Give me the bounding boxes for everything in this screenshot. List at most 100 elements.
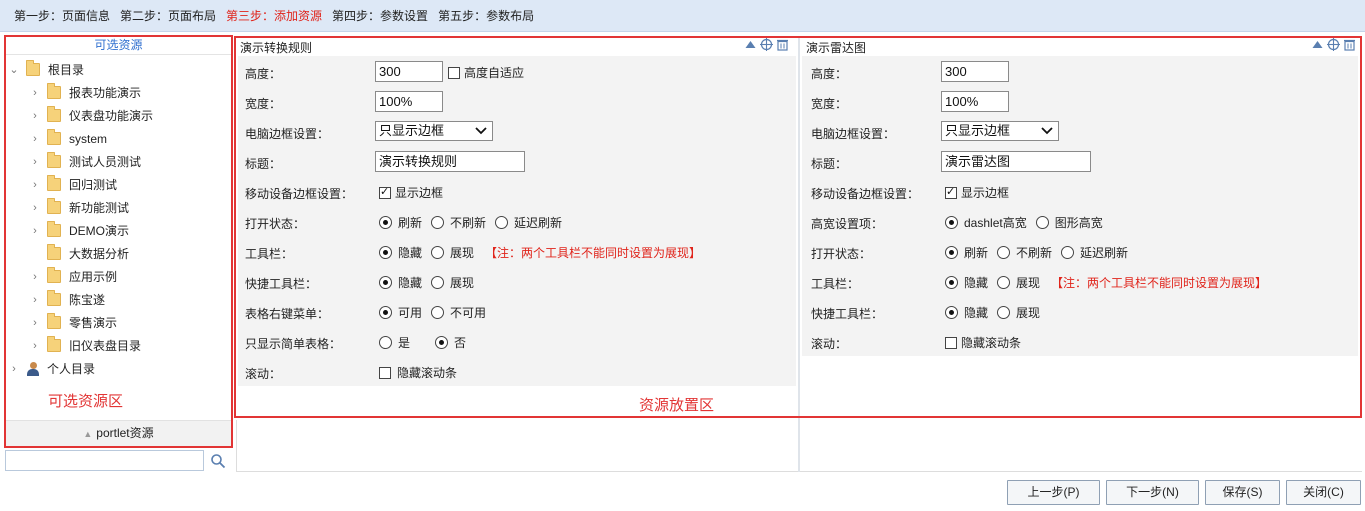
tree-node[interactable]: › 应用示例 [6, 265, 231, 288]
open-no-refresh-option[interactable]: 不刷新 [997, 244, 1052, 261]
quick-hide-option[interactable]: 隐藏 [945, 304, 988, 321]
toolbar-hide-option[interactable]: 隐藏 [945, 274, 988, 291]
radio-button[interactable] [379, 246, 392, 259]
title-input[interactable]: 演示转换规则 [375, 151, 525, 172]
open-refresh-option[interactable]: 刷新 [945, 244, 988, 261]
chevron-right-icon[interactable]: › [29, 156, 41, 168]
open-no-refresh-option[interactable]: 不刷新 [431, 214, 486, 231]
collapse-icon[interactable] [1311, 38, 1324, 51]
chevron-right-icon[interactable]: › [8, 363, 20, 375]
chevron-right-icon[interactable]: › [29, 133, 41, 145]
radio-button[interactable] [997, 306, 1011, 319]
open-delay-refresh-option[interactable]: 延迟刷新 [495, 214, 562, 231]
tree-node[interactable]: › system [6, 127, 231, 150]
chevron-right-icon[interactable]: › [29, 179, 41, 191]
right-menu-enabled-option[interactable]: 可用 [379, 304, 422, 321]
open-refresh-option[interactable]: 刷新 [379, 214, 422, 231]
quick-show-option[interactable]: 展现 [431, 274, 474, 291]
search-input[interactable] [5, 450, 204, 471]
tree-node[interactable]: › 报表功能演示 [6, 81, 231, 104]
radio-button[interactable] [495, 216, 509, 229]
radio-button[interactable] [431, 246, 445, 259]
radio-button[interactable] [945, 306, 958, 319]
chevron-right-icon[interactable]: › [29, 340, 41, 352]
simple-no-option[interactable]: 否 [435, 334, 466, 351]
width-input[interactable]: 100% [941, 91, 1009, 112]
radio-button[interactable] [997, 246, 1011, 259]
height-input[interactable]: 300 [941, 61, 1009, 82]
radio-button[interactable] [431, 216, 445, 229]
mobile-border-checkbox[interactable] [379, 185, 391, 199]
chevron-right-icon[interactable]: › [29, 317, 41, 329]
move-icon[interactable] [1327, 38, 1340, 51]
radio-button[interactable] [431, 276, 445, 289]
mobile-border-option[interactable]: 显示边框 [379, 184, 443, 201]
radio-button[interactable] [379, 306, 392, 319]
collapse-icon[interactable] [744, 38, 757, 51]
scroll-checkbox[interactable] [379, 366, 391, 379]
mobile-border-checkbox[interactable] [945, 185, 957, 199]
radio-button[interactable] [431, 306, 445, 319]
chevron-right-icon[interactable]: › [29, 294, 41, 306]
toolbar-show-option[interactable]: 展现 [997, 274, 1040, 291]
tree-node[interactable]: › 陈宝遂 [6, 288, 231, 311]
toolbar-show-option[interactable]: 展现 [431, 244, 474, 261]
chart-size-option[interactable]: 图形高宽 [1035, 214, 1103, 231]
scroll-checkbox[interactable] [945, 336, 957, 349]
tree-node-personal[interactable]: › 个人目录 [6, 357, 231, 380]
radio-button[interactable] [379, 216, 392, 229]
height-input[interactable]: 300 [375, 61, 443, 82]
radio-button[interactable] [1035, 216, 1049, 229]
move-icon[interactable] [760, 38, 773, 51]
step-1[interactable]: 第一步：页面信息 [14, 7, 110, 24]
tree-node[interactable]: 大数据分析 [6, 242, 231, 265]
radio-button[interactable] [945, 276, 958, 289]
tree-node[interactable]: › 零售演示 [6, 311, 231, 334]
auto-height-option[interactable]: 高度自适应 [448, 64, 524, 81]
close-button[interactable]: 关闭(C) [1286, 480, 1361, 505]
step-2[interactable]: 第二步：页面布局 [120, 7, 216, 24]
chevron-right-icon[interactable]: › [29, 271, 41, 283]
radio-button[interactable] [945, 246, 958, 259]
tree-node[interactable]: › 测试人员测试 [6, 150, 231, 173]
delete-icon[interactable] [776, 38, 789, 51]
toolbar-hide-option[interactable]: 隐藏 [379, 244, 422, 261]
radio-button[interactable] [1061, 246, 1075, 259]
save-button[interactable]: 保存(S) [1205, 480, 1280, 505]
step-5[interactable]: 第五步：参数布局 [438, 7, 534, 24]
chevron-right-icon[interactable]: › [29, 202, 41, 214]
mobile-border-option[interactable]: 显示边框 [945, 184, 1009, 201]
tree-node[interactable]: › 新功能测试 [6, 196, 231, 219]
right-menu-disabled-option[interactable]: 不可用 [431, 304, 486, 321]
chevron-down-icon[interactable]: ⌄ [8, 63, 20, 76]
quick-show-option[interactable]: 展现 [997, 304, 1040, 321]
tree-node[interactable]: › DEMO演示 [6, 219, 231, 242]
radio-button[interactable] [997, 276, 1011, 289]
scroll-option[interactable]: 隐藏滚动条 [945, 334, 1021, 351]
auto-height-checkbox[interactable] [448, 66, 460, 79]
radio-button[interactable] [379, 336, 392, 349]
search-button[interactable] [205, 450, 231, 471]
dashlet-size-option[interactable]: dashlet高宽 [945, 214, 1027, 231]
chevron-right-icon[interactable]: › [29, 87, 41, 99]
width-input[interactable]: 100% [375, 91, 443, 112]
pc-border-select[interactable]: 只显示边框 [375, 121, 493, 141]
radio-button[interactable] [379, 276, 392, 289]
prev-button[interactable]: 上一步(P) [1007, 480, 1100, 505]
scroll-option[interactable]: 隐藏滚动条 [379, 364, 457, 381]
delete-icon[interactable] [1343, 38, 1356, 51]
chevron-right-icon[interactable]: › [29, 225, 41, 237]
tree-node-root[interactable]: ⌄ 根目录 [6, 58, 231, 81]
tree-node[interactable]: › 旧仪表盘目录 [6, 334, 231, 357]
portlet-resource-bar[interactable]: ▲ portlet资源 [6, 420, 231, 446]
chevron-right-icon[interactable]: › [29, 110, 41, 122]
step-4[interactable]: 第四步：参数设置 [332, 7, 428, 24]
pc-border-select[interactable]: 只显示边框 [941, 121, 1059, 141]
radio-button[interactable] [435, 336, 449, 349]
simple-yes-option[interactable]: 是 [379, 334, 410, 351]
tree-node[interactable]: › 回归测试 [6, 173, 231, 196]
title-input[interactable]: 演示雷达图 [941, 151, 1091, 172]
next-button[interactable]: 下一步(N) [1106, 480, 1199, 505]
radio-button[interactable] [945, 216, 958, 229]
quick-hide-option[interactable]: 隐藏 [379, 274, 422, 291]
